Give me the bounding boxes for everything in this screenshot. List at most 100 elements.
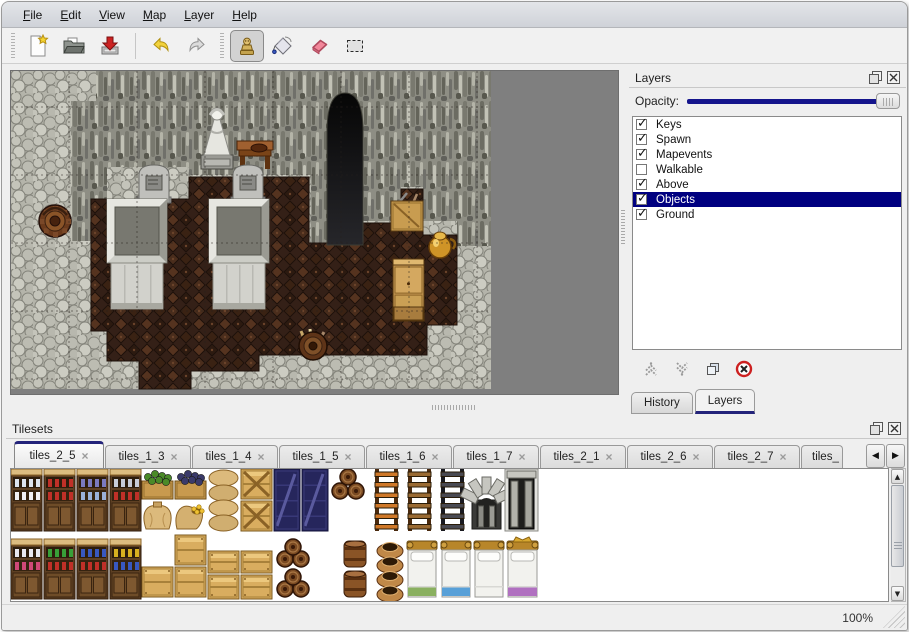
menu-item-map[interactable]: Map [134,5,175,25]
tileset-tab-tiles_1_6[interactable]: tiles_1_6× [366,445,452,468]
tab-close-icon[interactable]: × [345,450,352,464]
tile-sack-pile[interactable] [209,470,238,531]
tab-close-icon[interactable]: × [606,450,613,464]
layer-checkbox[interactable]: ✓ [636,119,647,130]
menu-item-edit[interactable]: Edit [51,5,90,25]
tileset-tab-tiles_2_7[interactable]: tiles_2_7× [714,445,800,468]
tileset-tab-tiles[interactable]: tiles_ [801,445,843,468]
tile-shelf[interactable] [44,539,75,599]
tile-shelf[interactable] [77,539,108,599]
tile-crate[interactable] [175,567,206,597]
fill-tool-button[interactable] [266,30,300,62]
cave-entrance[interactable] [327,93,363,245]
tile-crate[interactable] [241,575,272,599]
tile-crate-x[interactable] [241,469,272,499]
scrollbar-thumb[interactable] [891,485,904,567]
layer-checkbox[interactable]: ✓ [636,209,647,220]
map-canvas[interactable] [10,70,619,395]
resize-grip[interactable] [883,606,905,628]
tileset-tab-tiles_1_3[interactable]: tiles_1_3× [105,445,191,468]
tab-scroll-right-icon[interactable]: ▶ [886,444,905,468]
tile-shelf[interactable] [110,539,141,599]
map-object-altar[interactable] [209,199,269,309]
tile-crate[interactable] [142,567,173,597]
tab-close-icon[interactable]: × [780,450,787,464]
tileset-scrollbar[interactable]: ▲ ▼ [891,468,906,602]
opacity-slider[interactable] [687,93,900,109]
tile-shelf[interactable] [44,469,75,531]
tile-sack[interactable] [144,502,171,529]
dock-tab-layers[interactable]: Layers [695,389,756,414]
tile-pots[interactable] [377,543,403,602]
select-tool-button[interactable] [338,30,372,62]
map-object-barrel-tools[interactable] [299,329,327,360]
tile-crate-x[interactable] [241,501,272,531]
tileset-tab-tiles_2_5[interactable]: tiles_2_5× [14,441,104,468]
layer-checkbox[interactable] [636,164,647,175]
stamp-tool-button[interactable] [230,30,264,62]
tab-close-icon[interactable]: × [432,450,439,464]
tab-close-icon[interactable]: × [693,450,700,464]
tile-shelf[interactable] [77,469,108,531]
menu-item-view[interactable]: View [90,5,134,25]
float-panel-icon[interactable] [869,422,883,436]
open-file-button[interactable] [57,30,91,62]
dock-tab-history[interactable]: History [631,392,693,414]
menu-item-help[interactable]: Help [223,5,266,25]
tab-close-icon[interactable]: × [171,450,178,464]
redo-button[interactable] [180,30,214,62]
tile-crate[interactable] [241,551,272,573]
move-layer-down-button[interactable] [671,358,693,380]
tile-barrel-pile[interactable] [277,539,309,567]
tile-shelf[interactable] [110,469,141,531]
tile-bed[interactable] [441,541,471,597]
menu-item-file[interactable]: File [14,5,51,25]
opacity-slider-track[interactable] [687,99,898,104]
tab-close-icon[interactable]: × [258,450,265,464]
toolbar-grip[interactable] [220,33,224,59]
tile-crate-produce[interactable] [175,470,206,499]
eraser-tool-button[interactable] [302,30,336,62]
layer-row[interactable]: ✓Objects [633,192,901,207]
tile-ladder[interactable] [408,469,431,531]
opacity-slider-handle[interactable] [876,93,900,109]
tileset-tab-tiles_1_7[interactable]: tiles_1_7× [453,445,539,468]
toolbar-grip[interactable] [11,33,15,59]
map-object-tombstone[interactable] [137,165,171,203]
tile-bed[interactable] [474,541,504,597]
tile-sack-gold[interactable] [176,505,204,529]
new-file-button[interactable] [21,30,55,62]
tile-bed-royal[interactable] [507,537,538,597]
tileset-tab-tiles_1_4[interactable]: tiles_1_4× [192,445,278,468]
layer-row[interactable]: ✓Spawn [633,132,901,147]
tileset-tab-tiles_1_5[interactable]: tiles_1_5× [279,445,365,468]
duplicate-layer-button[interactable] [702,358,724,380]
tile-crate-dark[interactable] [274,469,300,531]
close-panel-icon[interactable] [886,71,900,85]
vertical-splitter-handle[interactable] [621,210,625,246]
tile-barrel-pile[interactable] [332,469,364,499]
undo-button[interactable] [144,30,178,62]
layer-row[interactable]: ✓Above [633,177,901,192]
layer-checkbox[interactable]: ✓ [636,179,647,190]
tile-barrel-up[interactable] [344,571,366,597]
tab-close-icon[interactable]: × [82,449,89,463]
layer-checkbox[interactable]: ✓ [636,134,647,145]
tile-crate-dark[interactable] [302,469,328,531]
save-file-button[interactable] [93,30,127,62]
tile-crate[interactable] [175,535,206,565]
layer-checkbox[interactable]: ✓ [636,149,647,160]
layer-row[interactable]: ✓Mapevents [633,147,901,162]
tile-crate[interactable] [208,551,239,573]
layer-row[interactable]: ✓Keys [633,117,901,132]
tileset-tab-tiles_2_6[interactable]: tiles_2_6× [627,445,713,468]
horizontal-splitter-handle[interactable] [432,405,476,410]
tile-shelf[interactable] [11,469,42,531]
layer-row[interactable]: ✓Ground [633,207,901,222]
tab-close-icon[interactable]: × [519,450,526,464]
tile-barrel-up[interactable] [344,541,366,567]
tile-crate-produce[interactable] [142,470,173,499]
float-panel-icon[interactable] [868,71,882,85]
delete-layer-button[interactable] [733,358,755,380]
map-object-tombstone[interactable] [231,165,265,203]
